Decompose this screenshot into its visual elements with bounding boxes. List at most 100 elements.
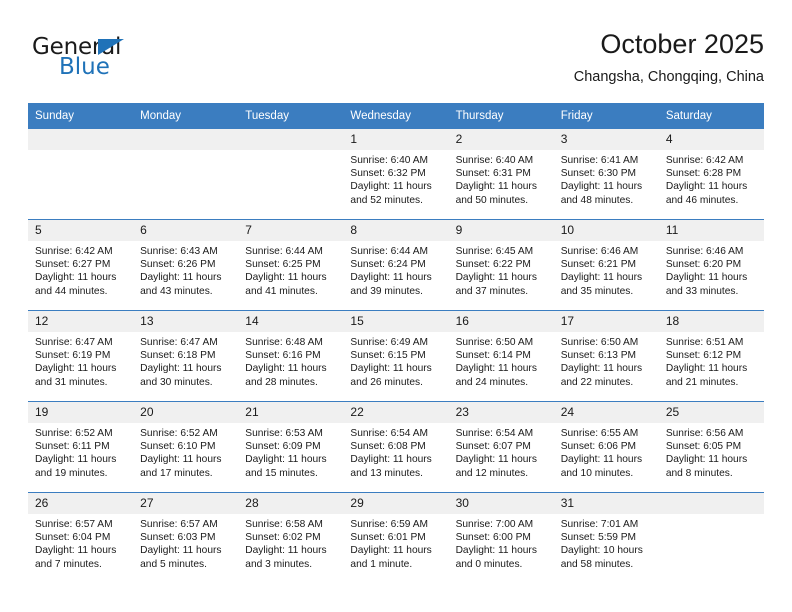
calendar-day-cell[interactable]: 16 Sunrise: 6:50 AM Sunset: 6:14 PM Dayligh… (448, 310, 554, 402)
calendar-day-cell[interactable]: 9 Sunrise: 6:45 AM Sunset: 6:22 PM Daylight… (448, 219, 554, 311)
day-number: 5 (28, 220, 134, 241)
calendar-day-cell[interactable]: 14 Sunrise: 6:48 AM Sunset: 6:16 PM Dayligh… (238, 310, 344, 402)
sunrise-text: Sunrise: 6:52 AM (35, 428, 113, 439)
calendar-day-cell[interactable]: 31 Sunrise: 7:01 AM Sunset: 5:59 PM Dayligh… (553, 492, 659, 583)
calendar-day-cell[interactable]: 10 Sunrise: 6:46 AM Sunset: 6:21 PM Dayligh… (553, 219, 659, 311)
sunrise-text: Sunrise: 6:47 AM (35, 337, 113, 348)
day-details: Sunrise: 7:00 AM Sunset: 6:00 PM Daylight:… (449, 514, 554, 571)
calendar-day-cell[interactable]: 29 Sunrise: 6:59 AM Sunset: 6:01 PM Dayligh… (343, 492, 449, 583)
day-details: Sunrise: 6:46 AM Sunset: 6:20 PM Daylight:… (659, 241, 764, 298)
calendar-day-cell[interactable]: 12 Sunrise: 6:47 AM Sunset: 6:19 PM Dayligh… (28, 310, 134, 402)
sunset-text: Sunset: 6:02 PM (245, 532, 321, 544)
calendar-day-cell[interactable]: 26 Sunrise: 6:57 AM Sunset: 6:04 PM Dayligh… (28, 492, 134, 583)
daylight-text: Daylight: 11 hours and 21 minutes. (665, 363, 748, 388)
calendar-week-row: 19 Sunrise: 6:52 AM Sunset: 6:11 PM Dayligh… (28, 401, 764, 493)
day-number: 12 (28, 311, 134, 332)
calendar-day-cell[interactable]: 5 Sunrise: 6:42 AM Sunset: 6:27 PM Daylight… (28, 219, 134, 311)
day-number: 6 (133, 220, 239, 241)
day-details: Sunrise: 6:50 AM Sunset: 6:13 PM Daylight:… (554, 332, 659, 389)
sunrise-text: Sunrise: 6:48 AM (245, 337, 323, 348)
calendar-day-cell[interactable]: 19 Sunrise: 6:52 AM Sunset: 6:11 PM Dayligh… (28, 401, 134, 493)
day-number: 7 (238, 220, 344, 241)
calendar-day-cell[interactable]: 20 Sunrise: 6:52 AM Sunset: 6:10 PM Dayligh… (133, 401, 239, 493)
daylight-text: Daylight: 11 hours and 0 minutes. (455, 545, 537, 570)
calendar-page: General Blue October 2025 Changsha, Chon… (0, 0, 792, 612)
sunset-text: Sunset: 6:26 PM (140, 259, 216, 271)
sunrise-text: Sunrise: 6:54 AM (455, 428, 534, 439)
day-details: Sunrise: 6:40 AM Sunset: 6:31 PM Daylight:… (449, 150, 554, 207)
calendar-day-cell[interactable]: 13 Sunrise: 6:47 AM Sunset: 6:18 PM Dayligh… (133, 310, 239, 402)
calendar-day-cell[interactable]: 4 Sunrise: 6:42 AM Sunset: 6:28 PM Daylight… (658, 128, 764, 220)
day-number: 26 (28, 493, 134, 514)
sunrise-text: Sunrise: 7:00 AM (455, 519, 534, 530)
day-details: Sunrise: 6:47 AM Sunset: 6:18 PM Daylight:… (133, 332, 238, 389)
daylight-text: Daylight: 11 hours and 19 minutes. (35, 454, 117, 479)
day-details: Sunrise: 6:51 AM Sunset: 6:12 PM Daylight:… (659, 332, 764, 389)
calendar-day-cell[interactable]: 11 Sunrise: 6:46 AM Sunset: 6:20 PM Dayligh… (658, 219, 764, 311)
day-number: 13 (133, 311, 239, 332)
daylight-text: Daylight: 11 hours and 26 minutes. (350, 363, 432, 388)
calendar-day-cell-empty (658, 492, 764, 583)
sunset-text: Sunset: 6:32 PM (350, 168, 426, 180)
daylight-text: Daylight: 11 hours and 39 minutes. (350, 272, 432, 297)
sunrise-text: Sunrise: 6:40 AM (455, 155, 534, 166)
daylight-text: Daylight: 11 hours and 28 minutes. (245, 363, 327, 388)
day-details: Sunrise: 6:52 AM Sunset: 6:10 PM Daylight:… (133, 423, 238, 480)
sunset-text: Sunset: 6:16 PM (245, 350, 321, 362)
calendar-day-cell[interactable]: 25 Sunrise: 6:56 AM Sunset: 6:05 PM Dayligh… (658, 401, 764, 493)
calendar-day-cell[interactable]: 24 Sunrise: 6:55 AM Sunset: 6:06 PM Dayligh… (553, 401, 659, 493)
sunrise-text: Sunrise: 6:56 AM (665, 428, 744, 439)
sunrise-text: Sunrise: 6:59 AM (350, 519, 429, 530)
calendar-week-row: 26 Sunrise: 6:57 AM Sunset: 6:04 PM Dayligh… (28, 492, 764, 583)
sunset-text: Sunset: 6:19 PM (35, 350, 111, 362)
daylight-text: Daylight: 11 hours and 7 minutes. (35, 545, 117, 570)
day-details: Sunrise: 6:46 AM Sunset: 6:21 PM Daylight:… (554, 241, 659, 298)
day-details: Sunrise: 6:44 AM Sunset: 6:24 PM Daylight:… (343, 241, 448, 298)
sunset-text: Sunset: 6:27 PM (35, 259, 111, 271)
day-number: 17 (553, 311, 659, 332)
calendar-day-cell[interactable]: 1 Sunrise: 6:40 AM Sunset: 6:32 PM Daylight… (343, 128, 449, 220)
day-details: Sunrise: 6:57 AM Sunset: 6:03 PM Daylight:… (133, 514, 238, 571)
day-number: 11 (658, 220, 764, 241)
calendar-day-cell[interactable]: 21 Sunrise: 6:53 AM Sunset: 6:09 PM Dayligh… (238, 401, 344, 493)
weekday-header-friday: Friday (553, 103, 659, 129)
calendar-day-cell[interactable]: 6 Sunrise: 6:43 AM Sunset: 6:26 PM Daylight… (133, 219, 239, 311)
sunset-text: Sunset: 6:14 PM (455, 350, 531, 362)
sunset-text: Sunset: 6:05 PM (665, 441, 742, 453)
calendar-day-cell[interactable]: 30 Sunrise: 7:00 AM Sunset: 6:00 PM Dayligh… (448, 492, 554, 583)
sunrise-text: Sunrise: 6:58 AM (245, 519, 323, 530)
sunset-text: Sunset: 6:15 PM (350, 350, 426, 362)
calendar-day-cell[interactable]: 22 Sunrise: 6:54 AM Sunset: 6:08 PM Dayligh… (343, 401, 449, 493)
calendar-day-cell[interactable]: 23 Sunrise: 6:54 AM Sunset: 6:07 PM Dayligh… (448, 401, 554, 493)
calendar-day-cell[interactable]: 3 Sunrise: 6:41 AM Sunset: 6:30 PM Daylight… (553, 128, 659, 220)
calendar-day-cell[interactable]: 15 Sunrise: 6:49 AM Sunset: 6:15 PM Dayligh… (343, 310, 449, 402)
day-number: 15 (343, 311, 449, 332)
sunset-text: Sunset: 6:22 PM (455, 259, 531, 271)
calendar-day-cell[interactable]: 8 Sunrise: 6:44 AM Sunset: 6:24 PM Daylight… (343, 219, 449, 311)
day-number: 29 (343, 493, 449, 514)
day-number: 16 (448, 311, 554, 332)
calendar-day-cell[interactable]: 28 Sunrise: 6:58 AM Sunset: 6:02 PM Dayligh… (238, 492, 344, 583)
calendar-day-cell[interactable]: 27 Sunrise: 6:57 AM Sunset: 6:03 PM Dayligh… (133, 492, 239, 583)
sunset-text: Sunset: 6:28 PM (665, 168, 742, 180)
day-number: 18 (658, 311, 764, 332)
sunrise-text: Sunrise: 6:45 AM (455, 246, 534, 257)
calendar-day-cell[interactable]: 17 Sunrise: 6:50 AM Sunset: 6:13 PM Dayligh… (553, 310, 659, 402)
calendar-day-cell-empty (133, 128, 239, 220)
day-details: Sunrise: 6:52 AM Sunset: 6:11 PM Daylight:… (28, 423, 133, 480)
sunrise-text: Sunrise: 6:51 AM (665, 337, 744, 348)
day-details: Sunrise: 6:48 AM Sunset: 6:16 PM Daylight:… (238, 332, 343, 389)
weekday-header-sunday: Sunday (28, 103, 134, 129)
sunset-text: Sunset: 6:09 PM (245, 441, 321, 453)
calendar-day-cell[interactable]: 18 Sunrise: 6:51 AM Sunset: 6:12 PM Dayligh… (658, 310, 764, 402)
day-details: Sunrise: 6:53 AM Sunset: 6:09 PM Daylight:… (238, 423, 343, 480)
sunset-text: Sunset: 6:06 PM (560, 441, 637, 453)
day-number: 4 (658, 129, 764, 150)
daylight-text: Daylight: 11 hours and 31 minutes. (35, 363, 117, 388)
general-blue-logo[interactable]: General Blue (32, 36, 202, 88)
day-number: 28 (238, 493, 344, 514)
sunrise-text: Sunrise: 6:57 AM (140, 519, 218, 530)
daylight-text: Daylight: 11 hours and 13 minutes. (350, 454, 432, 479)
calendar-day-cell[interactable]: 7 Sunrise: 6:44 AM Sunset: 6:25 PM Daylight… (238, 219, 344, 311)
calendar-day-cell[interactable]: 2 Sunrise: 6:40 AM Sunset: 6:31 PM Daylight… (448, 128, 554, 220)
